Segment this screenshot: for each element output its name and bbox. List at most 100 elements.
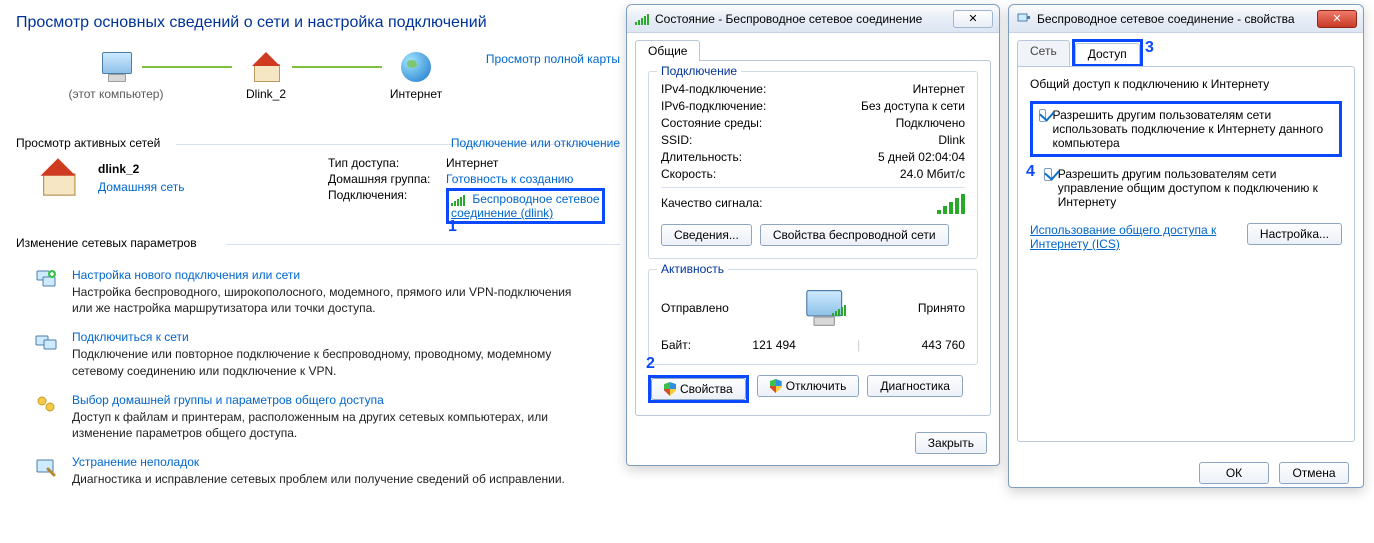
props-footer: ОК Отмена	[1009, 452, 1363, 496]
val-bytes-sent: 121 494	[752, 338, 795, 352]
close-button[interactable]: ✕	[1317, 10, 1357, 28]
wireless-connection-highlight: Беспроводное сетевое соединение (dlink)	[446, 188, 605, 224]
connection-groupbox-title: Подключение	[657, 64, 741, 78]
checkbox-icon[interactable]	[1039, 109, 1046, 122]
val-ipv4: Интернет	[913, 82, 965, 96]
settings-button[interactable]: Настройка...	[1247, 223, 1342, 245]
wireless-connection-link[interactable]: Беспроводное сетевое соединение (dlink)	[451, 192, 600, 220]
lbl-ipv6: IPv6-подключение:	[661, 99, 766, 113]
home-network-link[interactable]: Домашняя сеть	[98, 180, 184, 194]
activity-pc-icon	[796, 286, 850, 330]
allow-share-highlight: Разрешить другим пользователям сети испо…	[1030, 101, 1342, 157]
task-troubleshoot[interactable]: Устранение неполадок Диагностика и испра…	[16, 455, 620, 487]
close-status-button[interactable]: Закрыть	[915, 432, 987, 454]
chk-allow-share[interactable]: Разрешить другим пользователям сети испо…	[1039, 108, 1333, 150]
task-desc: Доступ к файлам и принтерам, расположенн…	[72, 409, 592, 441]
map-node-router[interactable]: Dlink_2	[206, 52, 326, 101]
task-homegroup[interactable]: Выбор домашней группы и параметров общег…	[16, 393, 620, 441]
close-button[interactable]: ✕	[953, 10, 993, 28]
conn-text-2: соединение (dlink)	[451, 206, 553, 220]
shield-icon	[770, 379, 782, 393]
task-link[interactable]: Устранение неполадок	[72, 455, 565, 469]
homegroup-icon	[34, 393, 64, 417]
task-link[interactable]: Выбор домашней группы и параметров общег…	[72, 393, 592, 407]
val-media: Подключено	[896, 116, 965, 130]
chk-allow-share-label: Разрешить другим пользователям сети испо…	[1052, 108, 1333, 150]
status-titlebar[interactable]: Состояние - Беспроводное сетевое соедине…	[627, 5, 999, 33]
conn-text-1: Беспроводное сетевое	[472, 192, 599, 206]
wireless-props-button[interactable]: Свойства беспроводной сети	[760, 224, 949, 246]
map-node-internet-label: Интернет	[356, 87, 476, 101]
page-title: Просмотр основных сведений о сети и наст…	[16, 14, 620, 32]
ics-groupbox-title: Общий доступ к подключению к Интернету	[1030, 77, 1342, 91]
tab-access[interactable]: Доступ	[1075, 43, 1140, 64]
active-networks-label: Просмотр активных сетей	[16, 136, 160, 150]
props-dialog: Беспроводное сетевое соединение - свойст…	[1008, 4, 1364, 488]
task-link[interactable]: Настройка нового подключения или сети	[72, 268, 592, 282]
lbl-quality: Качество сигнала:	[661, 196, 762, 214]
connect-network-icon	[34, 330, 64, 354]
val-bytes-recv: 443 760	[922, 338, 965, 352]
task-desc: Диагностика и исправление сетевых пробле…	[72, 471, 565, 487]
connection-groupbox: Подключение IPv4-подключение:Интернет IP…	[648, 71, 978, 259]
checkbox-icon[interactable]	[1044, 168, 1052, 181]
annotation-1: 1	[448, 218, 457, 236]
active-network-block: dlink_2 Домашняя сеть Тип доступа: Интер…	[16, 156, 620, 214]
lbl-duration: Длительность:	[661, 150, 742, 164]
active-network-name: dlink_2	[98, 162, 139, 176]
task-desc: Подключение или повторное подключение к …	[72, 346, 592, 378]
wifi-bars-icon	[451, 194, 465, 206]
map-node-this-pc[interactable]: (этот компьютер)	[56, 52, 176, 101]
task-desc: Настройка беспроводного, широкополосного…	[72, 284, 592, 316]
tab-network[interactable]: Сеть	[1017, 40, 1070, 67]
activity-groupbox-title: Активность	[657, 262, 728, 276]
ics-link-text-2: Интернету (ICS)	[1030, 237, 1120, 251]
network-map: (этот компьютер) Dlink_2 Интернет Просмо…	[16, 52, 620, 130]
props-titlebar[interactable]: Беспроводное сетевое соединение - свойст…	[1009, 5, 1363, 33]
val-ipv6: Без доступа к сети	[861, 99, 965, 113]
homegroup-link[interactable]: Готовность к созданию	[446, 172, 573, 186]
access-tab-panel: Общий доступ к подключению к Интернету Р…	[1017, 66, 1355, 442]
val-access-type: Интернет	[446, 156, 498, 170]
house-icon	[36, 158, 81, 196]
task-new-connection[interactable]: Настройка нового подключения или сети На…	[16, 268, 620, 316]
map-node-pc-label: (этот компьютер)	[56, 87, 176, 101]
active-network-icon	[40, 162, 76, 195]
cancel-button[interactable]: Отмена	[1279, 462, 1349, 484]
lbl-received: Принято	[918, 301, 965, 315]
active-networks-header: Просмотр активных сетей Подключение или …	[16, 136, 620, 150]
props-title: Беспроводное сетевое соединение - свойст…	[1037, 12, 1311, 26]
chk-allow-control-label: Разрешить другим пользователям сети упра…	[1058, 167, 1342, 209]
map-node-internet[interactable]: Интернет	[356, 52, 476, 101]
status-title: Состояние - Беспроводное сетевое соедине…	[655, 12, 947, 26]
rule	[226, 244, 620, 245]
lbl-speed: Скорость:	[661, 167, 716, 181]
ok-button[interactable]: ОК	[1199, 462, 1269, 484]
task-link[interactable]: Подключиться к сети	[72, 330, 592, 344]
network-center-panel: Просмотр основных сведений о сети и наст…	[16, 14, 620, 501]
status-tab-panel: Подключение IPv4-подключение:Интернет IP…	[635, 60, 991, 416]
details-button[interactable]: Сведения...	[661, 224, 752, 246]
properties-button[interactable]: Свойства	[651, 378, 746, 400]
connect-disconnect-link[interactable]: Подключение или отключение	[451, 136, 620, 150]
router-house-icon	[248, 52, 284, 82]
disable-button[interactable]: Отключить	[757, 375, 860, 397]
computer-icon	[98, 52, 134, 82]
task-connect-network[interactable]: Подключиться к сети Подключение или повт…	[16, 330, 620, 378]
shield-icon	[664, 382, 676, 396]
connection-properties: Тип доступа: Интернет Домашняя группа: Г…	[328, 156, 605, 226]
diagnostics-button[interactable]: Диагностика	[867, 375, 963, 397]
lbl-connections: Подключения:	[328, 188, 446, 202]
full-map-link[interactable]: Просмотр полной карты	[486, 52, 620, 66]
lbl-sent: Отправлено	[661, 301, 729, 315]
globe-icon	[401, 52, 431, 82]
tasks-list: Настройка нового подключения или сети На…	[16, 268, 620, 487]
disable-button-label: Отключить	[786, 379, 847, 393]
ics-link-text-1: Использование общего доступа к	[1030, 223, 1216, 237]
val-duration: 5 дней 02:04:04	[878, 150, 965, 164]
chk-allow-control[interactable]: Разрешить другим пользователям сети упра…	[1044, 167, 1342, 209]
tab-general[interactable]: Общие	[635, 40, 700, 61]
lbl-media: Состояние среды:	[661, 116, 762, 130]
activity-groupbox: Активность Отправлено Принято Байт: 121 …	[648, 269, 978, 365]
ics-help-link[interactable]: Использование общего доступа к Интернету…	[1030, 223, 1216, 251]
